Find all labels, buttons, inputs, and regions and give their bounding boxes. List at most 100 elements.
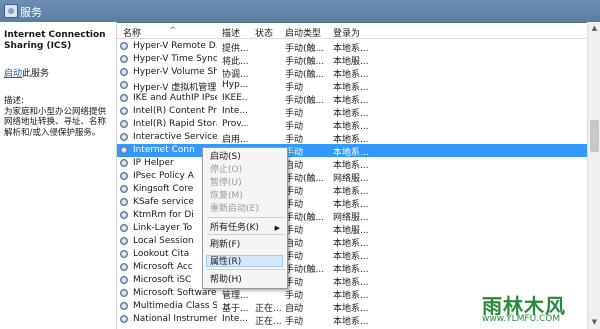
menu-item-label: 所有任务(K): [210, 223, 259, 233]
gear-icon: [120, 315, 128, 323]
gear-icon: [120, 68, 128, 76]
title-bar: 服务: [0, 0, 600, 23]
gear-icon: [120, 42, 128, 50]
submenu-arrow-icon: ▶: [274, 224, 280, 232]
action-link-line: 启动此服务: [4, 66, 49, 79]
description-text: 为家庭和小型办公网络提供网络地址转换、寻址、名称解析和/或入侵保护服务。: [4, 106, 107, 138]
service-row[interactable]: IKE and AuthIP IPse...IKEE...手动(触...本地系.…: [117, 92, 587, 106]
gear-icon: [120, 55, 128, 63]
menu-item[interactable]: 帮助(H): [209, 274, 284, 286]
scroll-down-icon[interactable]: ▼: [588, 316, 600, 329]
menu-item-label: 刷新(F): [210, 240, 241, 250]
service-status: 正在...: [255, 317, 282, 327]
service-name: National Instrument...: [133, 314, 217, 324]
gear-icon: [120, 81, 128, 89]
service-row[interactable]: Microsoft iSC 手动 本地系...: [117, 274, 587, 288]
service-name: Intel(R) Content Pro...: [133, 106, 217, 116]
service-name: Interactive Services...: [133, 132, 217, 142]
menu-item-label: 恢复(M): [210, 191, 243, 201]
gear-icon: [120, 185, 128, 193]
menu-item-label: 帮助(H): [210, 275, 242, 285]
menu-item[interactable]: 暂停(U): [209, 177, 284, 189]
service-row[interactable]: Microsoft Acc 手动(触... 本地系...: [117, 261, 587, 275]
menu-separator: [207, 217, 285, 218]
service-name: Hyper-V Remote D...: [133, 41, 217, 51]
gear-icon: [120, 276, 128, 284]
service-name: Hyper-V Time Sync...: [133, 54, 217, 64]
description-pane: Internet Connection Sharing (ICS) 启动此服务 …: [0, 22, 117, 329]
menu-item-label: 启动(S): [210, 152, 241, 162]
menu-item[interactable]: 恢复(M): [209, 190, 284, 202]
menu-separator: [207, 234, 285, 235]
service-row[interactable]: IP Helper 自动 本地系...: [117, 157, 587, 171]
menu-item-label: 重新启动(E): [210, 204, 259, 214]
menu-item-label: 暂停(U): [210, 178, 242, 188]
gear-icon: [120, 94, 128, 102]
column-header: 名称 ^ 描述 状态 启动类型 登录为: [117, 24, 587, 39]
service-row[interactable]: KSafe service 手动 本地系...: [117, 196, 587, 210]
service-row[interactable]: Link-Layer To 手动 本地服...: [117, 222, 587, 236]
gear-icon: [120, 198, 128, 206]
service-row[interactable]: Lookout Cita 手动 本地系...: [117, 248, 587, 262]
gear-icon: [120, 302, 128, 310]
scroll-thumb[interactable]: [590, 120, 599, 152]
service-name: Multimedia Class Sc...: [133, 301, 217, 311]
gear-icon: [120, 250, 128, 258]
menu-item-label: 属性(R): [210, 257, 242, 267]
services-list[interactable]: 名称 ^ 描述 状态 启动类型 登录为 Hyper-V Remote D... 提…: [117, 22, 587, 329]
service-description-cell: Inte...: [222, 106, 248, 116]
start-service-link[interactable]: 启动: [4, 69, 22, 79]
service-name: IKE and AuthIP IPse...: [133, 93, 217, 103]
service-name: Hyper-V Volume Sh...: [133, 67, 217, 77]
service-name: Intel(R) Rapid Stora...: [133, 119, 217, 129]
service-description-cell: Prov...: [222, 119, 248, 129]
gear-icon: [120, 224, 128, 232]
service-row[interactable]: IPsec Policy A 手动(触... 网络服...: [117, 170, 587, 184]
menu-item[interactable]: 属性(R): [206, 255, 283, 267]
column-header-name[interactable]: 名称: [123, 26, 141, 39]
column-header-status[interactable]: 状态: [255, 26, 273, 39]
gear-icon: [120, 107, 128, 115]
service-row[interactable]: Hyper-V Time Sync...将此...手动(触...本地服...: [117, 53, 587, 67]
gear-icon: [120, 133, 128, 141]
service-row[interactable]: Interactive Services...启用...手动本地系...: [117, 131, 587, 145]
watermark-url: www.YLMFU.COM: [482, 314, 561, 324]
menu-item[interactable]: 停止(O): [209, 164, 284, 176]
service-row[interactable]: Internet Conn 手动 本地系...: [117, 144, 587, 158]
menu-item[interactable]: 所有任务(K) ▶: [209, 222, 284, 234]
service-row[interactable]: Intel(R) Content Pro...Inte...手动本地系...: [117, 105, 587, 119]
scroll-up-icon[interactable]: ▲: [588, 22, 600, 35]
menu-item[interactable]: 启动(S): [209, 151, 284, 163]
service-row[interactable]: Hyper-V Volume Sh...协调...手动(触...本地系...: [117, 66, 587, 80]
service-row[interactable]: Hyper-V Remote D... 提供... 手动(触... 本地系...: [117, 40, 587, 54]
gear-icon: [120, 211, 128, 219]
service-description-cell: Inte...: [222, 314, 248, 324]
column-header-log-on-as[interactable]: 登录为: [333, 26, 360, 39]
gear-icon: [120, 159, 128, 167]
service-name: Microsoft Software ...: [133, 288, 217, 298]
sort-ascending-icon: ^: [169, 26, 177, 36]
gear-icon: [120, 263, 128, 271]
service-row[interactable]: Intel(R) Rapid Stora...Prov...手动本地系...: [117, 118, 587, 132]
service-title: Internet Connection Sharing (ICS): [4, 30, 106, 51]
gear-icon: [120, 146, 128, 154]
service-row[interactable]: Local Session 自动 本地系...: [117, 235, 587, 249]
window-title: 服务: [20, 6, 42, 19]
gear-icon: [120, 172, 128, 180]
gear-icon: [120, 237, 128, 245]
service-row[interactable]: Hyper-V 虚拟机管理 Hyp... 手动 本地系...: [117, 79, 587, 93]
vertical-scrollbar[interactable]: ▲ ▼: [587, 22, 600, 329]
services-app-icon: [4, 4, 18, 18]
menu-item[interactable]: 刷新(F): [209, 239, 284, 251]
menu-item-label: 停止(O): [210, 165, 243, 175]
description-label: 描述:: [4, 96, 24, 106]
menu-item[interactable]: 重新启动(E): [209, 203, 284, 215]
gear-icon: [120, 289, 128, 297]
column-header-description[interactable]: 描述: [222, 26, 240, 39]
service-description-cell: Hyp...: [222, 80, 248, 90]
service-startup-type: 手动: [285, 317, 304, 327]
service-row[interactable]: KtmRm for Di 手动(触... 网络服...: [117, 209, 587, 223]
service-description: 描述: 为家庭和小型办公网络提供网络地址转换、寻址、名称解析和/或入侵保护服务。: [4, 96, 114, 138]
column-header-startup-type[interactable]: 启动类型: [285, 26, 321, 39]
service-row[interactable]: Kingsoft Core 手动 本地系...: [117, 183, 587, 197]
